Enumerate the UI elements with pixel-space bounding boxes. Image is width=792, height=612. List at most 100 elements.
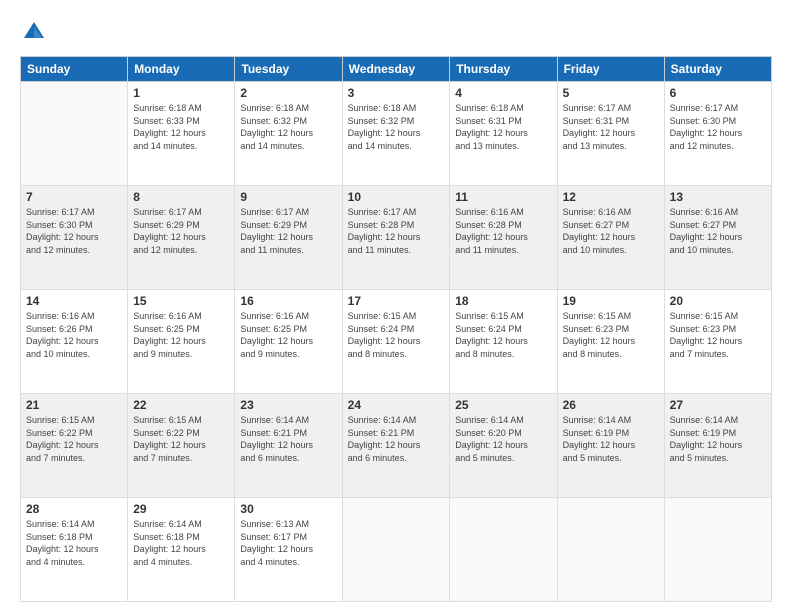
day-cell: [664, 498, 771, 602]
day-number: 11: [455, 190, 551, 204]
day-cell: 27 Sunrise: 6:14 AMSunset: 6:19 PMDayligh…: [664, 394, 771, 498]
day-number: 23: [240, 398, 336, 412]
day-cell: [450, 498, 557, 602]
day-number: 3: [348, 86, 445, 100]
day-cell: 11 Sunrise: 6:16 AMSunset: 6:28 PMDayligh…: [450, 186, 557, 290]
day-info: Sunrise: 6:18 AMSunset: 6:33 PMDaylight:…: [133, 102, 229, 152]
day-number: 22: [133, 398, 229, 412]
day-cell: [557, 498, 664, 602]
day-number: 21: [26, 398, 122, 412]
day-info: Sunrise: 6:18 AMSunset: 6:32 PMDaylight:…: [348, 102, 445, 152]
day-cell: 14Sunrise: 6:16 AMSunset: 6:26 PMDayligh…: [21, 290, 128, 394]
day-info: Sunrise: 6:17 AMSunset: 6:31 PMDaylight:…: [563, 102, 659, 152]
day-info: Sunrise: 6:14 AMSunset: 6:20 PMDaylight:…: [455, 414, 551, 464]
weekday-header-row: SundayMondayTuesdayWednesdayThursdayFrid…: [21, 57, 772, 82]
day-info: Sunrise: 6:14 AMSunset: 6:19 PMDaylight:…: [670, 414, 766, 464]
day-info: Sunrise: 6:15 AMSunset: 6:24 PMDaylight:…: [348, 310, 445, 360]
weekday-thursday: Thursday: [450, 57, 557, 82]
day-cell: 20 Sunrise: 6:15 AMSunset: 6:23 PMDayligh…: [664, 290, 771, 394]
day-number: 14: [26, 294, 122, 308]
day-number: 9: [240, 190, 336, 204]
day-info: Sunrise: 6:17 AMSunset: 6:30 PMDaylight:…: [670, 102, 766, 152]
day-info: Sunrise: 6:14 AMSunset: 6:21 PMDaylight:…: [240, 414, 336, 464]
weekday-wednesday: Wednesday: [342, 57, 450, 82]
day-number: 2: [240, 86, 336, 100]
day-number: 5: [563, 86, 659, 100]
day-number: 1: [133, 86, 229, 100]
day-cell: 28 Sunrise: 6:14 AMSunset: 6:18 PMDayligh…: [21, 498, 128, 602]
day-number: 12: [563, 190, 659, 204]
day-info: Sunrise: 6:14 AMSunset: 6:18 PMDaylight:…: [133, 518, 229, 568]
day-info: Sunrise: 6:18 AMSunset: 6:32 PMDaylight:…: [240, 102, 336, 152]
day-cell: 16 Sunrise: 6:16 AMSunset: 6:25 PMDayligh…: [235, 290, 342, 394]
day-number: 15: [133, 294, 229, 308]
day-number: 28: [26, 502, 122, 516]
weekday-saturday: Saturday: [664, 57, 771, 82]
day-info: Sunrise: 6:18 AMSunset: 6:31 PMDaylight:…: [455, 102, 551, 152]
week-row-2: 7Sunrise: 6:17 AMSunset: 6:30 PMDaylight…: [21, 186, 772, 290]
day-cell: 2 Sunrise: 6:18 AMSunset: 6:32 PMDaylight…: [235, 82, 342, 186]
day-cell: 17Sunrise: 6:15 AMSunset: 6:24 PMDayligh…: [342, 290, 450, 394]
day-info: Sunrise: 6:16 AMSunset: 6:27 PMDaylight:…: [670, 206, 766, 256]
day-cell: 6 Sunrise: 6:17 AMSunset: 6:30 PMDaylight…: [664, 82, 771, 186]
day-cell: 4 Sunrise: 6:18 AMSunset: 6:31 PMDaylight…: [450, 82, 557, 186]
day-cell: 26 Sunrise: 6:14 AMSunset: 6:19 PMDayligh…: [557, 394, 664, 498]
day-number: 19: [563, 294, 659, 308]
day-cell: 18Sunrise: 6:15 AMSunset: 6:24 PMDayligh…: [450, 290, 557, 394]
day-cell: 23 Sunrise: 6:14 AMSunset: 6:21 PMDayligh…: [235, 394, 342, 498]
day-info: Sunrise: 6:14 AMSunset: 6:21 PMDaylight:…: [348, 414, 445, 464]
day-cell: 10 Sunrise: 6:17 AMSunset: 6:28 PMDayligh…: [342, 186, 450, 290]
day-number: 4: [455, 86, 551, 100]
day-number: 7: [26, 190, 122, 204]
day-cell: 8 Sunrise: 6:17 AMSunset: 6:29 PMDaylight…: [128, 186, 235, 290]
page: SundayMondayTuesdayWednesdayThursdayFrid…: [0, 0, 792, 612]
day-info: Sunrise: 6:14 AMSunset: 6:18 PMDaylight:…: [26, 518, 122, 568]
day-info: Sunrise: 6:16 AMSunset: 6:25 PMDaylight:…: [133, 310, 229, 360]
day-number: 25: [455, 398, 551, 412]
day-cell: 3 Sunrise: 6:18 AMSunset: 6:32 PMDaylight…: [342, 82, 450, 186]
header: [20, 18, 772, 46]
week-row-3: 14Sunrise: 6:16 AMSunset: 6:26 PMDayligh…: [21, 290, 772, 394]
day-cell: 5 Sunrise: 6:17 AMSunset: 6:31 PMDaylight…: [557, 82, 664, 186]
day-cell: [342, 498, 450, 602]
day-number: 6: [670, 86, 766, 100]
day-cell: 1 Sunrise: 6:18 AMSunset: 6:33 PMDaylight…: [128, 82, 235, 186]
day-number: 16: [240, 294, 336, 308]
day-info: Sunrise: 6:15 AMSunset: 6:22 PMDaylight:…: [133, 414, 229, 464]
weekday-friday: Friday: [557, 57, 664, 82]
day-info: Sunrise: 6:15 AMSunset: 6:23 PMDaylight:…: [670, 310, 766, 360]
day-number: 20: [670, 294, 766, 308]
day-info: Sunrise: 6:15 AMSunset: 6:22 PMDaylight:…: [26, 414, 122, 464]
day-info: Sunrise: 6:15 AMSunset: 6:23 PMDaylight:…: [563, 310, 659, 360]
day-number: 29: [133, 502, 229, 516]
day-info: Sunrise: 6:16 AMSunset: 6:25 PMDaylight:…: [240, 310, 336, 360]
day-info: Sunrise: 6:17 AMSunset: 6:28 PMDaylight:…: [348, 206, 445, 256]
day-cell: 19 Sunrise: 6:15 AMSunset: 6:23 PMDayligh…: [557, 290, 664, 394]
day-number: 27: [670, 398, 766, 412]
week-row-1: 1 Sunrise: 6:18 AMSunset: 6:33 PMDaylight…: [21, 82, 772, 186]
day-cell: 9 Sunrise: 6:17 AMSunset: 6:29 PMDaylight…: [235, 186, 342, 290]
day-number: 8: [133, 190, 229, 204]
day-cell: 30Sunrise: 6:13 AMSunset: 6:17 PMDayligh…: [235, 498, 342, 602]
logo-icon: [20, 18, 48, 46]
day-cell: 25 Sunrise: 6:14 AMSunset: 6:20 PMDayligh…: [450, 394, 557, 498]
logo: [20, 18, 50, 46]
day-info: Sunrise: 6:16 AMSunset: 6:28 PMDaylight:…: [455, 206, 551, 256]
day-info: Sunrise: 6:17 AMSunset: 6:29 PMDaylight:…: [240, 206, 336, 256]
day-cell: 12 Sunrise: 6:16 AMSunset: 6:27 PMDayligh…: [557, 186, 664, 290]
day-info: Sunrise: 6:16 AMSunset: 6:27 PMDaylight:…: [563, 206, 659, 256]
day-cell: 15 Sunrise: 6:16 AMSunset: 6:25 PMDayligh…: [128, 290, 235, 394]
weekday-tuesday: Tuesday: [235, 57, 342, 82]
day-number: 26: [563, 398, 659, 412]
day-number: 10: [348, 190, 445, 204]
day-cell: 29 Sunrise: 6:14 AMSunset: 6:18 PMDayligh…: [128, 498, 235, 602]
day-cell: [21, 82, 128, 186]
day-cell: 13Sunrise: 6:16 AMSunset: 6:27 PMDayligh…: [664, 186, 771, 290]
day-cell: 21 Sunrise: 6:15 AMSunset: 6:22 PMDayligh…: [21, 394, 128, 498]
day-info: Sunrise: 6:17 AMSunset: 6:29 PMDaylight:…: [133, 206, 229, 256]
calendar: SundayMondayTuesdayWednesdayThursdayFrid…: [20, 56, 772, 602]
weekday-sunday: Sunday: [21, 57, 128, 82]
day-info: Sunrise: 6:14 AMSunset: 6:19 PMDaylight:…: [563, 414, 659, 464]
week-row-5: 28 Sunrise: 6:14 AMSunset: 6:18 PMDayligh…: [21, 498, 772, 602]
weekday-monday: Monday: [128, 57, 235, 82]
